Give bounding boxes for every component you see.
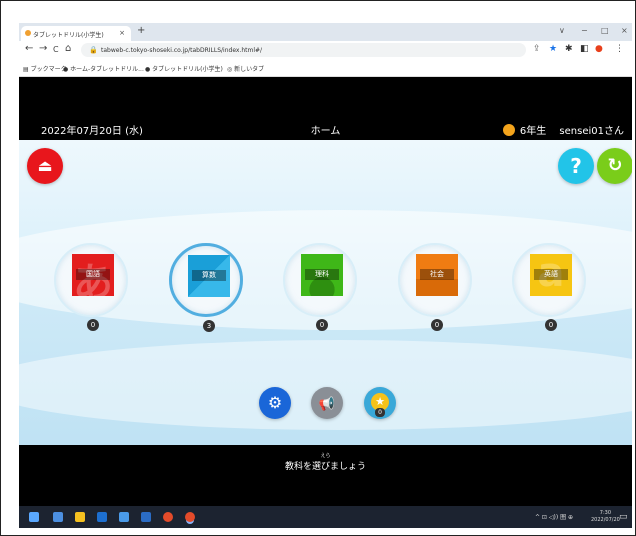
achievement-button[interactable]: ★ 0 <box>364 387 396 419</box>
instruction-message: えら 教科を選びましょう <box>19 453 632 472</box>
lock-icon: 🔒 <box>89 46 98 54</box>
profile-avatar-icon[interactable]: ● <box>595 44 603 54</box>
achievement-count-badge: 0 <box>375 408 385 417</box>
file-explorer-icon[interactable] <box>75 512 85 522</box>
system-tray[interactable]: ^ ⊡ ◁)) 圏 ⊕ <box>535 512 573 521</box>
tab-search-icon[interactable]: ∨ <box>559 26 565 35</box>
side-panel-icon[interactable]: ◧ <box>580 44 589 54</box>
user-avatar-icon <box>502 124 515 136</box>
clock-date: 2022/07/20 <box>591 517 620 523</box>
browser-tab-bar: タブレットドリル(小学生) × + ∨ − □ × <box>19 23 632 41</box>
screen: タブレットドリル(小学生) × + ∨ − □ × ← → C ⌂ 🔒 tabw… <box>19 23 632 528</box>
word-icon[interactable] <box>141 512 151 522</box>
notification-icon[interactable]: ▭ <box>619 512 628 522</box>
subject-tile: 算数 <box>188 255 230 297</box>
tab-close-icon[interactable]: × <box>119 29 125 37</box>
screenshot-frame: タブレットドリル(小学生) × + ∨ − □ × ← → C ⌂ 🔒 tabw… <box>0 0 636 536</box>
bookmark-star-icon[interactable]: ★ <box>549 44 557 54</box>
start-icon[interactable] <box>29 512 39 522</box>
extensions-icon[interactable]: ✱ <box>565 44 573 54</box>
bookmarks-folder[interactable]: ▤ ブックマーク <box>23 64 67 73</box>
subject-tile: 理科 <box>301 254 343 296</box>
subject-social[interactable]: 社会 0 <box>398 243 472 331</box>
logout-button[interactable]: ⏏ <box>27 148 63 184</box>
tab-title: タブレットドリル(小学生) <box>33 32 104 39</box>
subject-label: 社会 <box>420 269 454 280</box>
close-window-button[interactable]: × <box>621 26 628 35</box>
reload-button[interactable]: C <box>53 45 59 54</box>
url-bar[interactable]: 🔒 tabweb-c.tokyo-shoseki.co.jp/tabDRILLS… <box>81 43 526 57</box>
refresh-icon: ↻ <box>607 155 623 176</box>
subject-japanese[interactable]: あ 国語 0 <box>54 243 128 331</box>
user-grade: 6年生 <box>519 126 547 137</box>
url-text: tabweb-c.tokyo-shoseki.co.jp/tabDRILLS/i… <box>101 47 263 54</box>
forward-button[interactable]: → <box>39 43 47 54</box>
home-button[interactable]: ⌂ <box>65 43 71 54</box>
subject-label: 算数 <box>192 270 226 281</box>
subject-label: 英語 <box>534 269 568 280</box>
help-button[interactable]: ? <box>558 148 594 184</box>
subject-label: 理科 <box>305 269 339 280</box>
gear-icon: ⚙ <box>267 393 283 412</box>
subject-tile: 社会 <box>416 254 458 296</box>
taskview-icon[interactable] <box>53 512 63 522</box>
subject-tile: あ 国語 <box>72 254 114 296</box>
tab-favicon-icon <box>25 30 31 36</box>
subject-math[interactable]: 算数 3 <box>169 243 243 332</box>
megaphone-icon: 📢 <box>318 397 336 412</box>
subject-count-badge: 0 <box>545 319 557 331</box>
subject-count-badge: 0 <box>87 319 99 331</box>
subject-count-badge: 0 <box>431 319 443 331</box>
bookmark-new-tab[interactable]: ◎ 新しいタブ <box>227 64 264 73</box>
chrome-active-icon[interactable] <box>185 512 195 522</box>
clock-time: 7:30 <box>599 510 612 516</box>
browser-menu-icon[interactable]: ⋮ <box>615 44 624 54</box>
user-info: 6年生 sensei01さん <box>502 122 624 137</box>
subject-english[interactable]: a 英語 0 <box>512 243 586 331</box>
bookmarks-bar: ▤ ブックマーク ● ホーム-タブレットドリル... ● タブレットドリル(小学… <box>19 59 632 77</box>
announcement-button[interactable]: 📢 <box>311 387 343 419</box>
minimize-button[interactable]: − <box>581 26 588 35</box>
user-name: sensei01さん <box>559 126 624 137</box>
app-header: 2022年07月20日 (水) ホーム 6年生 sensei01さん <box>19 78 632 140</box>
subject-tile: a 英語 <box>530 254 572 296</box>
browser-address-row: ← → C ⌂ 🔒 tabweb-c.tokyo-shoseki.co.jp/t… <box>19 41 632 59</box>
maximize-button[interactable]: □ <box>601 26 609 35</box>
outlook-icon[interactable] <box>97 512 107 522</box>
subject-label: 国語 <box>76 269 110 280</box>
logout-icon: ⏏ <box>37 156 53 175</box>
refresh-button[interactable]: ↻ <box>597 148 632 184</box>
new-tab-button[interactable]: + <box>137 25 145 36</box>
instruction-text: 教科を選びましょう <box>284 462 366 472</box>
instruction-ruby: えら <box>320 453 331 459</box>
share-icon[interactable]: ⇪ <box>533 44 541 54</box>
bookmark-home-drill[interactable]: ● ホーム-タブレットドリル... <box>63 64 144 73</box>
subject-count-badge: 3 <box>203 320 215 332</box>
edge-icon[interactable] <box>119 512 129 522</box>
subject-count-badge: 0 <box>316 319 328 331</box>
bookmark-tablet-drill[interactable]: ● タブレットドリル(小学生) <box>145 64 223 73</box>
browser-tab[interactable]: タブレットドリル(小学生) × <box>21 26 131 41</box>
app-main: ⏏ ? ↻ あ 国語 0 算数 3 理科 0 社会 0 a 英語 0 ⚙ 📢 ★… <box>19 140 632 445</box>
subject-science[interactable]: 理科 0 <box>283 243 357 331</box>
app-footer: えら 教科を選びましょう <box>19 445 632 506</box>
chrome-icon[interactable] <box>163 512 173 522</box>
help-icon: ? <box>570 154 582 178</box>
taskbar-clock[interactable]: 7:30 2022/07/20 <box>591 510 620 524</box>
back-button[interactable]: ← <box>25 43 33 54</box>
settings-button[interactable]: ⚙ <box>259 387 291 419</box>
windows-taskbar: ^ ⊡ ◁)) 圏 ⊕ 7:30 2022/07/20 ▭ <box>19 506 632 528</box>
